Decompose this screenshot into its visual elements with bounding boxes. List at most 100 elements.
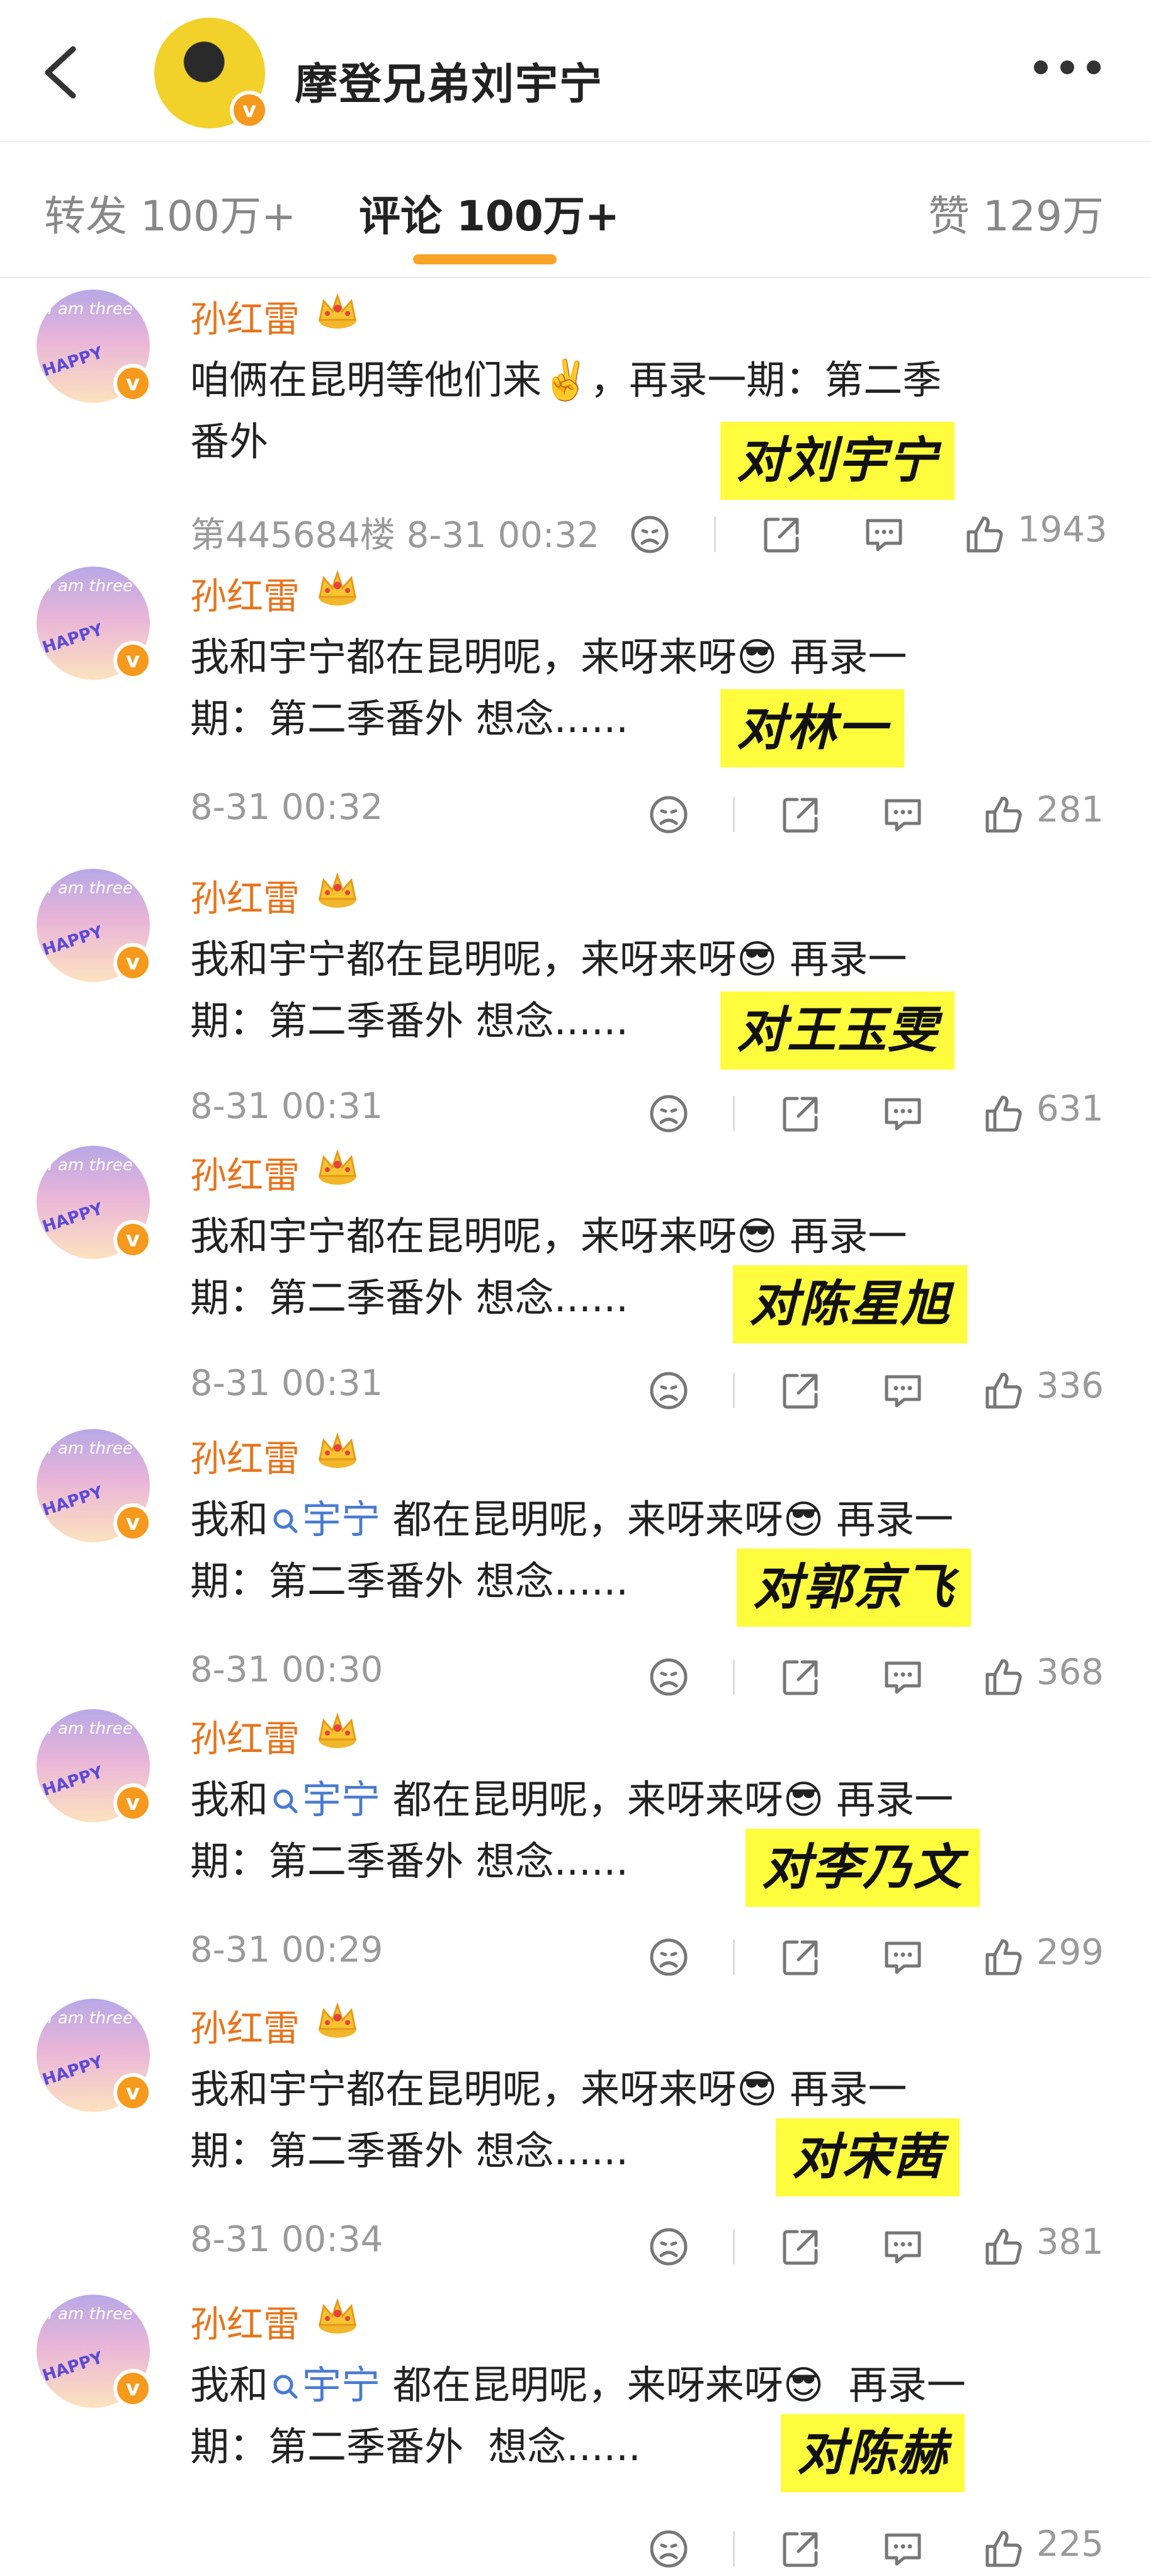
avatar-caption: I am three: [48, 1156, 133, 1175]
more-options-icon[interactable]: [1034, 60, 1147, 86]
dislike-face-icon[interactable]: [646, 1368, 691, 1413]
reply-comment-icon[interactable]: [880, 1091, 926, 1136]
avatar-caption: HAPPY: [40, 2052, 106, 2090]
crown-icon: [315, 1712, 360, 1752]
dislike-face-icon[interactable]: [646, 2224, 691, 2269]
avatar-caption: HAPPY: [40, 1763, 106, 1800]
action-divider: [733, 1373, 735, 1408]
commenter-avatar[interactable]: I am three HAPPY v: [37, 290, 152, 403]
like-thumb-icon[interactable]: [981, 2224, 1026, 2269]
commenter-name[interactable]: 孙红雷: [190, 869, 300, 922]
commenter-avatar[interactable]: I am three HAPPY v: [37, 1709, 152, 1822]
comment-timestamp: 8-31 00:32: [190, 787, 383, 828]
comment-text-line: 我和 宇宁 都在昆明呢，来呀来呀😎 再录一: [190, 1489, 1097, 1551]
like-count: 299: [1036, 1932, 1104, 1973]
crown-icon: [315, 1432, 360, 1472]
reply-comment-icon[interactable]: [880, 1935, 926, 1980]
share-icon[interactable]: [778, 1935, 824, 1980]
tab-reposts[interactable]: 转发 100万+: [44, 183, 296, 243]
share-icon[interactable]: [778, 792, 824, 837]
comment-text-segment: 我和: [190, 1777, 269, 1822]
commenter-name[interactable]: 孙红雷: [190, 290, 300, 342]
comment-text-segment: 都在昆明呢，来呀来呀😎 再录一: [380, 1777, 954, 1822]
commenter-name[interactable]: 孙红雷: [190, 1429, 300, 1482]
back-arrow-icon[interactable]: [37, 44, 87, 101]
commenter-name[interactable]: 孙红雷: [190, 567, 300, 619]
reply-comment-icon[interactable]: [880, 1368, 926, 1413]
commenter-avatar[interactable]: I am three HAPPY v: [37, 1146, 152, 1259]
reply-comment-icon[interactable]: [880, 2224, 926, 2269]
reply-comment-icon[interactable]: [880, 1654, 926, 1700]
comment-text-line: 期：第二季番外 想念......: [190, 696, 628, 742]
dislike-face-icon[interactable]: [646, 2526, 691, 2572]
share-icon[interactable]: [778, 2526, 824, 2572]
action-divider: [733, 797, 735, 832]
share-icon[interactable]: [778, 2224, 824, 2269]
commenter-avatar[interactable]: I am three HAPPY v: [37, 869, 152, 982]
dislike-face-icon[interactable]: [646, 1091, 691, 1136]
share-icon[interactable]: [778, 1368, 824, 1413]
crown-icon: [315, 2001, 360, 2042]
commenter-name[interactable]: 孙红雷: [190, 1999, 300, 2052]
highlight-label: 对陈星旭: [733, 1265, 968, 1343]
like-thumb-icon[interactable]: [962, 512, 1007, 557]
comment-item: I am three HAPPY v 孙红雷 我和 宇宁 都在昆明呢，来呀来呀😎 再录一期…: [0, 1709, 1151, 1986]
like-count: 225: [1036, 2524, 1104, 2565]
mention-link[interactable]: 宇宁: [302, 2362, 380, 2408]
like-thumb-icon[interactable]: [981, 1368, 1026, 1413]
commenter-name[interactable]: 孙红雷: [190, 2295, 300, 2347]
avatar-caption: I am three: [48, 879, 133, 898]
comment-item: I am three HAPPY v 孙红雷 我和宇宁都在昆明呢，来呀来呀😎 再录一 期：…: [0, 1146, 1151, 1423]
commenter-name[interactable]: 孙红雷: [190, 1146, 300, 1199]
reply-comment-icon[interactable]: [861, 512, 907, 557]
comment-text: 我和宇宁都在昆明呢，来呀来呀😎 再录一 期：第二季番外 想念......: [190, 2059, 1097, 2182]
avatar-caption: HAPPY: [40, 1483, 106, 1520]
avatar-caption: I am three: [48, 300, 133, 319]
like-thumb-icon[interactable]: [981, 2526, 1026, 2572]
comment-text-segment: 我和: [190, 1496, 269, 1542]
dislike-face-icon[interactable]: [646, 1654, 691, 1700]
verified-badge-icon: v: [113, 1220, 152, 1259]
action-divider: [733, 1659, 735, 1695]
comment-text: 咱俩在昆明等他们来✌️，再录一期：第二季 番外: [190, 349, 1097, 473]
comment-timestamp: 8-31 00:31: [190, 1363, 383, 1404]
comment-item: I am three HAPPY v 孙红雷我和宇宁都在昆明呢，来呀来呀😎 再录一 期：…: [0, 869, 1151, 1146]
tab-likes[interactable]: 赞 129万: [928, 183, 1104, 243]
like-count: 1943: [1018, 509, 1108, 550]
avatar-caption: I am three: [48, 1719, 133, 1738]
action-divider: [733, 1096, 735, 1131]
page-title: 摩登兄弟刘宇宁: [295, 60, 604, 110]
commenter-name[interactable]: 孙红雷: [190, 1709, 300, 1762]
share-icon[interactable]: [778, 1654, 824, 1700]
mention-link[interactable]: 宇宁: [302, 1777, 380, 1822]
reply-comment-icon[interactable]: [880, 2526, 926, 2572]
mention-link[interactable]: 宇宁: [302, 1496, 380, 1542]
profile-avatar[interactable]: v: [154, 18, 269, 130]
comment-text-line: 我和 宇宁 都在昆明呢，来呀来呀😎 再录一: [190, 1769, 1097, 1831]
dislike-face-icon[interactable]: [627, 512, 672, 557]
comment-text-line: 我和宇宁都在昆明呢，来呀来呀😎 再录一: [190, 936, 907, 982]
comment-item: I am three HAPPY v 孙红雷 我和 宇宁 都在昆明呢，来呀来呀😎 再录一期…: [0, 2295, 1151, 2572]
like-count: 368: [1036, 1652, 1104, 1693]
like-thumb-icon[interactable]: [981, 1935, 1026, 1980]
like-thumb-icon[interactable]: [981, 1091, 1026, 1136]
commenter-avatar[interactable]: I am three HAPPY v: [37, 2295, 152, 2408]
comment-timestamp: 8-31 00:31: [190, 1086, 383, 1127]
like-thumb-icon[interactable]: [981, 792, 1026, 837]
tab-comments[interactable]: 评论 100万+: [359, 183, 620, 243]
comment-text: 我和宇宁都在昆明呢，来呀来呀😎 再录一 期：第二季番外 想念......: [190, 929, 1097, 1052]
commenter-avatar[interactable]: I am three HAPPY v: [37, 567, 152, 680]
share-icon[interactable]: [778, 1091, 824, 1136]
commenter-avatar[interactable]: I am three HAPPY v: [37, 1429, 152, 1542]
highlight-label: 对王玉雯: [720, 991, 955, 1070]
highlight-label: 对刘宇宁: [720, 422, 955, 500]
comment-text-line: 我和宇宁都在昆明呢，来呀来呀😎 再录一: [190, 634, 907, 680]
reply-comment-icon[interactable]: [880, 792, 926, 837]
like-thumb-icon[interactable]: [981, 1654, 1026, 1700]
dislike-face-icon[interactable]: [646, 1935, 691, 1980]
share-icon[interactable]: [759, 512, 805, 557]
crown-icon: [315, 569, 360, 609]
mention-search-icon: [268, 1496, 302, 1542]
commenter-avatar[interactable]: I am three HAPPY v: [37, 1999, 152, 2112]
dislike-face-icon[interactable]: [646, 792, 691, 837]
